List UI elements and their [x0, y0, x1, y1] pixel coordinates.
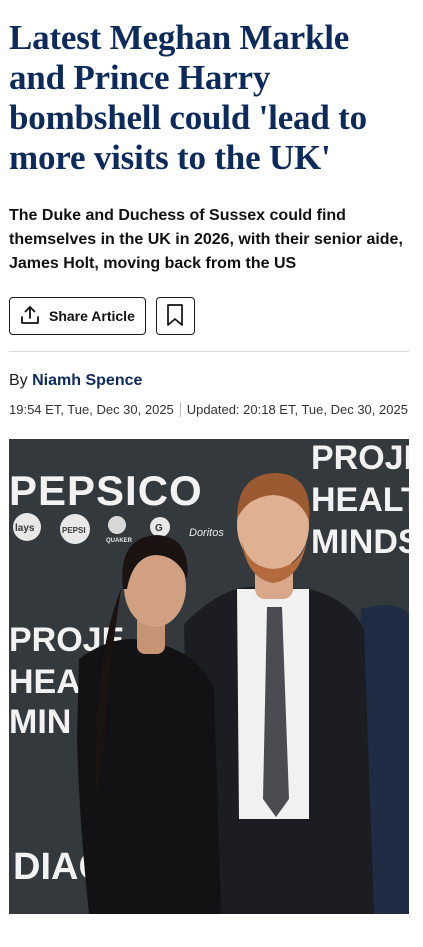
svg-text:lays: lays — [15, 523, 35, 534]
byline: By Niamh Spence — [9, 372, 409, 390]
byline-prefix: By — [9, 372, 28, 389]
svg-text:G: G — [155, 523, 163, 534]
share-article-label: Share Article — [49, 308, 135, 324]
svg-text:PEPSI: PEPSI — [62, 526, 86, 535]
share-article-button[interactable]: Share Article — [9, 297, 146, 335]
svg-text:HEALT: HEALT — [311, 481, 409, 519]
svg-text:MINDS: MINDS — [311, 523, 409, 561]
author-link[interactable]: Niamh Spence — [32, 372, 142, 389]
article-dates: 19:54 ET, Tue, Dec 30, 2025 Updated: 20:1… — [9, 400, 409, 419]
bookmark-icon — [166, 303, 184, 330]
svg-text:QUAKER: QUAKER — [106, 538, 133, 544]
date-separator — [179, 402, 181, 417]
updated-time: Updated: 20:18 ET, Tue, Dec 30, 2025 — [186, 402, 408, 417]
bookmark-button[interactable] — [155, 297, 195, 335]
article: Latest Meghan Markle and Prince Harry bo… — [0, 18, 423, 914]
svg-text:MIN: MIN — [9, 703, 71, 741]
hero-image[interactable]: PEPSICO lays PEPSI QUAKER G Doritos PROJ… — [9, 439, 409, 914]
divider — [9, 351, 409, 352]
share-icon — [19, 304, 41, 329]
svg-text:Doritos: Doritos — [189, 527, 224, 539]
standfirst: The Duke and Duchess of Sussex could fin… — [9, 207, 403, 272]
backdrop-brand: PEPSICO — [9, 467, 203, 514]
article-actions: Share Article — [9, 297, 409, 335]
svg-text:PROJE: PROJE — [311, 439, 409, 477]
published-time: 19:54 ET, Tue, Dec 30, 2025 — [9, 402, 174, 417]
headline: Latest Meghan Markle and Prince Harry bo… — [9, 18, 367, 177]
hero-photo: PEPSICO lays PEPSI QUAKER G Doritos PROJ… — [9, 439, 409, 914]
